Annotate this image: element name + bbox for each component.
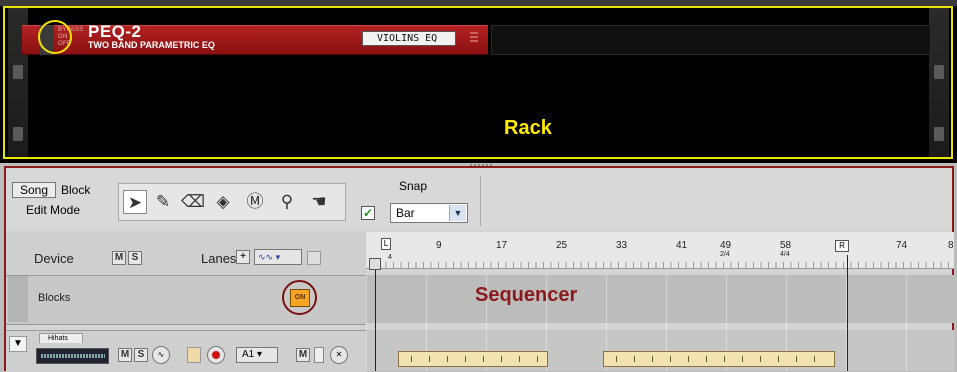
clip[interactable] bbox=[603, 351, 835, 367]
delete-lane-icon[interactable]: ✕ bbox=[330, 346, 348, 364]
patch-menu-icon[interactable] bbox=[470, 30, 480, 48]
tool-palette: ➤ ✎ ⌫ ◈ Ⓜ ⚲ ☚ bbox=[118, 183, 346, 221]
track-solo-button[interactable]: S bbox=[134, 348, 148, 362]
rack-label: Rack bbox=[504, 117, 552, 139]
bar-number: 9 bbox=[436, 240, 442, 251]
lane-select[interactable]: A1 ▾ bbox=[236, 347, 278, 363]
loop-end-line bbox=[847, 255, 848, 371]
time-signature: 4/4 bbox=[780, 251, 790, 258]
time-signature: 2/4 bbox=[720, 251, 730, 258]
snap-value: Bar bbox=[396, 206, 415, 220]
eraser-icon[interactable]: ⌫ bbox=[181, 190, 205, 214]
mute-all-button[interactable]: M bbox=[112, 251, 126, 265]
device-column-label: Device bbox=[34, 251, 74, 266]
selection-arrow-icon[interactable]: ➤ bbox=[123, 190, 147, 214]
track-color-stripe bbox=[8, 276, 28, 322]
record-enable-icon[interactable] bbox=[207, 346, 225, 364]
lanes-dropdown[interactable]: ∿∿ ▾ bbox=[254, 249, 302, 265]
bar-number: 41 bbox=[676, 240, 688, 251]
bar-number: 58 bbox=[780, 240, 792, 251]
device-thumbnail bbox=[36, 348, 109, 364]
lane-mute-button[interactable]: M bbox=[296, 348, 310, 362]
block-mode-button[interactable]: Block bbox=[61, 182, 90, 198]
song-position-line bbox=[375, 260, 376, 371]
edit-mode-group: Song Block Edit Mode bbox=[12, 182, 108, 222]
device-subtitle: TWO BAND PARAMETRIC EQ bbox=[88, 40, 215, 50]
blocks-track-label: Blocks bbox=[38, 292, 71, 304]
song-position-marker[interactable] bbox=[369, 258, 381, 270]
magnify-icon[interactable]: ⚲ bbox=[275, 190, 299, 214]
automation-icon[interactable]: ∿ bbox=[152, 346, 170, 364]
bar-number: 17 bbox=[496, 240, 508, 251]
patch-name-field[interactable]: VIOLINS EQ bbox=[362, 31, 456, 46]
track-name-tab[interactable]: Hihats bbox=[39, 333, 83, 343]
time-signature: 4 bbox=[388, 254, 392, 261]
device-name: PEQ-2 bbox=[88, 22, 142, 41]
toolbar-divider bbox=[480, 176, 481, 226]
lanes-label: Lanes bbox=[201, 251, 237, 266]
chevron-down-icon: ▼ bbox=[449, 205, 466, 221]
expand-track-icon[interactable]: ▼ bbox=[9, 336, 27, 352]
solo-all-button[interactable]: S bbox=[128, 251, 142, 265]
clip[interactable] bbox=[398, 351, 548, 367]
snap-checkbox[interactable]: ✓ bbox=[361, 206, 375, 220]
pencil-icon[interactable]: ✎ bbox=[151, 190, 175, 214]
empty-rack-slot bbox=[491, 25, 931, 55]
razor-icon[interactable]: ◈ bbox=[211, 190, 235, 214]
sequencer-label: Sequencer bbox=[475, 284, 578, 306]
lane-options-button[interactable] bbox=[307, 251, 321, 265]
snap-label: Snap bbox=[399, 179, 428, 193]
track-color-button[interactable] bbox=[187, 347, 201, 363]
add-lane-button[interactable]: + bbox=[236, 250, 250, 264]
on-button-highlight-circle bbox=[282, 280, 317, 315]
lane-select-value: A1 bbox=[242, 349, 255, 360]
bar-number: 49 bbox=[720, 240, 732, 251]
bar-number: 33 bbox=[616, 240, 628, 251]
mute-tool-icon[interactable]: Ⓜ bbox=[243, 190, 267, 214]
track-mute-button[interactable]: M bbox=[118, 348, 132, 362]
bar-number: 74 bbox=[896, 240, 908, 251]
loop-left-marker[interactable]: L bbox=[381, 238, 391, 250]
edit-mode-label: Edit Mode bbox=[26, 203, 81, 217]
snap-value-select[interactable]: Bar ▼ bbox=[390, 203, 468, 223]
loop-right-marker[interactable]: R bbox=[835, 240, 849, 252]
song-mode-button[interactable]: Song bbox=[12, 182, 56, 198]
hand-icon[interactable]: ☚ bbox=[307, 190, 331, 214]
ruler-ticks bbox=[378, 262, 954, 268]
bypass-highlight-circle bbox=[38, 20, 72, 54]
bar-number: 8 bbox=[948, 240, 954, 251]
lane-indicator bbox=[314, 347, 324, 363]
bar-number: 25 bbox=[556, 240, 568, 251]
